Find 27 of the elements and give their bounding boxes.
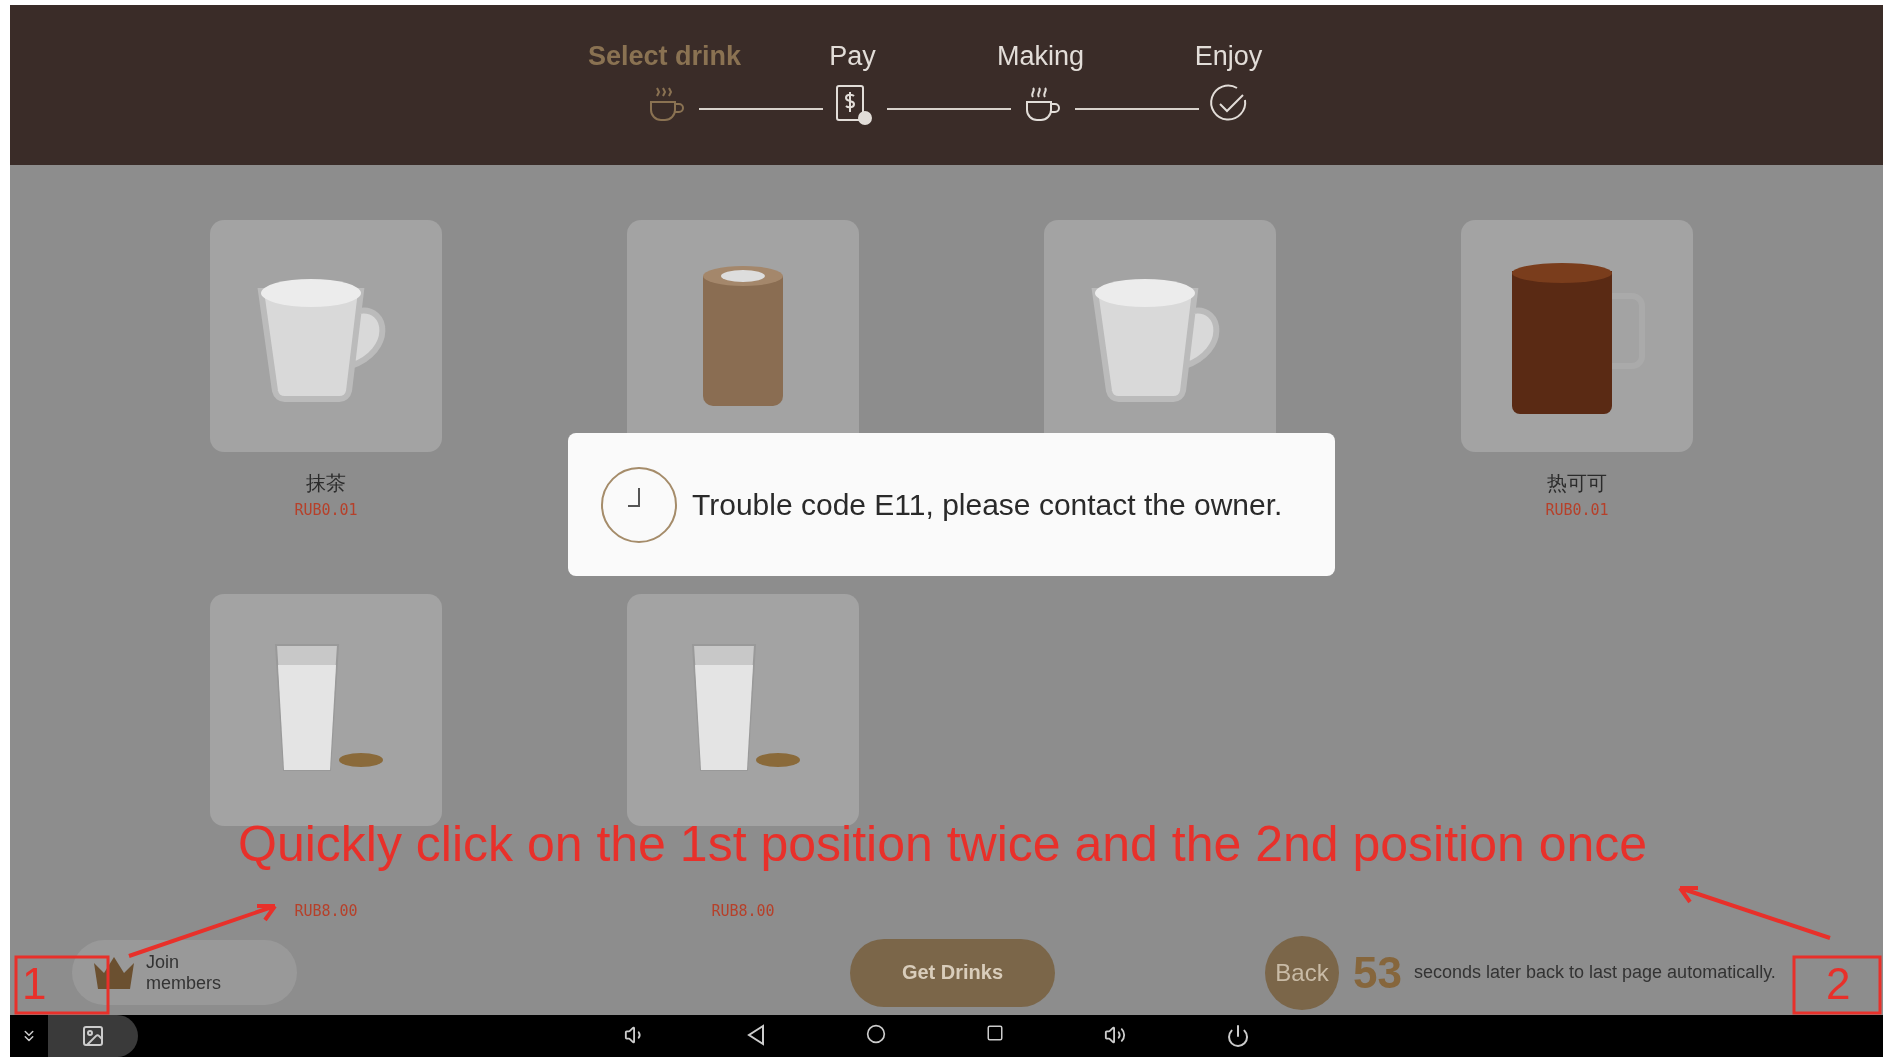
drink-name: 抹茶 xyxy=(306,470,346,497)
error-message: Trouble code E11, please contact the owner. xyxy=(692,487,1283,522)
clock-icon xyxy=(600,465,678,544)
countdown-text: seconds later back to last page automatically. xyxy=(1413,962,1776,983)
volume-up-icon[interactable] xyxy=(1104,1024,1126,1046)
home-icon[interactable] xyxy=(866,1024,886,1044)
countdown-number: 53 xyxy=(1353,947,1402,998)
drink-name: 热可可 xyxy=(1547,470,1607,497)
position-marker: 2 xyxy=(1826,962,1851,1006)
step-label: Enjoy xyxy=(1194,41,1263,72)
power-icon[interactable] xyxy=(1226,1024,1250,1048)
drink-price: RUB8.00 xyxy=(294,902,358,920)
recents-icon[interactable] xyxy=(986,1024,1004,1042)
drink-price: RUB0.01 xyxy=(294,501,358,519)
get-drinks-button[interactable]: Get Drinks xyxy=(850,938,1055,1007)
drink-price: RUB0.01 xyxy=(1545,501,1609,519)
step-label: Pay xyxy=(829,41,876,72)
back-triangle-icon[interactable] xyxy=(746,1024,766,1046)
screenshot-icon[interactable] xyxy=(81,1024,105,1048)
step-label: Making xyxy=(996,41,1084,72)
join-members-button[interactable]: Join members xyxy=(72,940,297,1005)
step-label: Select drink xyxy=(587,41,742,72)
back-button[interactable]: Back xyxy=(1265,935,1339,1010)
drink-card[interactable] xyxy=(1461,220,1693,452)
drink-price: RUB8.00 xyxy=(711,902,775,920)
instruction-annotation: Quickly click on the 1st position twice and the 2nd position once xyxy=(238,815,1648,873)
position-marker: 1 xyxy=(22,962,47,1006)
